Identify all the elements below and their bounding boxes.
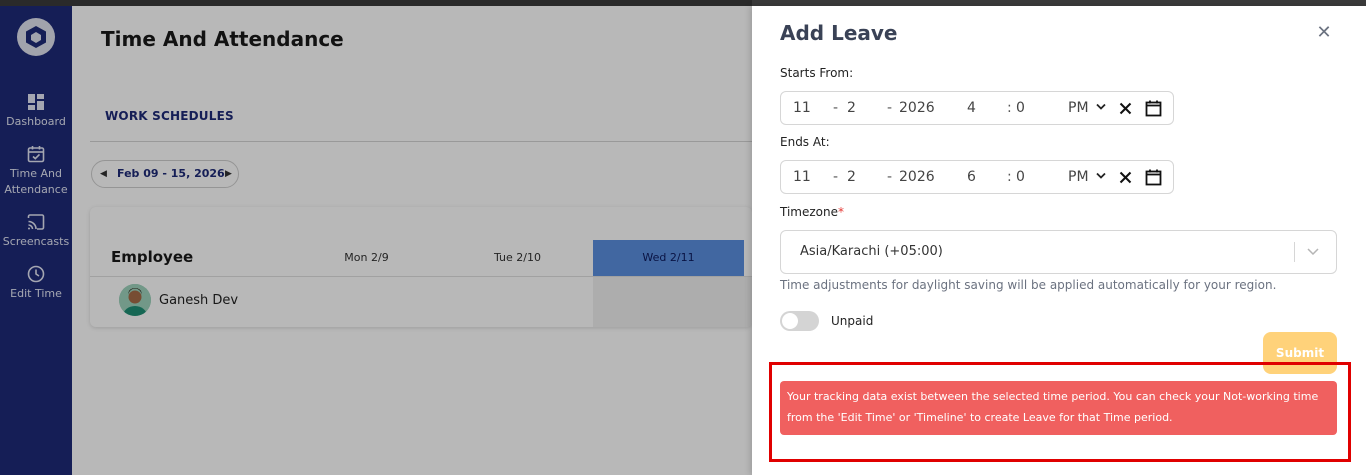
starts-from-label: Starts From: bbox=[780, 66, 854, 80]
chevron-down-icon[interactable] bbox=[1096, 103, 1106, 111]
year-field[interactable]: 2026 bbox=[899, 100, 935, 116]
day-field[interactable]: 2 bbox=[847, 100, 856, 116]
select-divider bbox=[1294, 242, 1295, 262]
unpaid-label: Unpaid bbox=[831, 314, 874, 328]
day-field[interactable]: 2 bbox=[847, 169, 856, 185]
required-marker: * bbox=[838, 205, 844, 219]
timezone-value: Asia/Karachi (+05:00) bbox=[800, 244, 943, 259]
year-field[interactable]: 2026 bbox=[899, 169, 935, 185]
close-button[interactable]: ✕ bbox=[1314, 23, 1334, 43]
chevron-down-icon[interactable] bbox=[1096, 172, 1106, 180]
starts-from-datetime-input[interactable]: 11 - 2 - 2026 4 : 0 PM bbox=[780, 91, 1174, 125]
modal-backdrop[interactable] bbox=[0, 0, 752, 475]
highlight-box bbox=[769, 362, 1351, 462]
minute-field[interactable]: 0 bbox=[1016, 100, 1025, 116]
drawer-title: Add Leave bbox=[780, 21, 898, 45]
hour-field[interactable]: 6 bbox=[967, 169, 976, 185]
month-field[interactable]: 11 bbox=[793, 169, 811, 185]
hour-field[interactable]: 4 bbox=[967, 100, 976, 116]
timezone-select[interactable]: Asia/Karachi (+05:00) bbox=[780, 230, 1337, 274]
chevron-down-icon[interactable] bbox=[1303, 241, 1323, 261]
minute-field[interactable]: 0 bbox=[1016, 169, 1025, 185]
timezone-label: Timezone* bbox=[780, 205, 844, 219]
clear-icon[interactable] bbox=[1119, 102, 1132, 115]
close-icon: ✕ bbox=[1316, 22, 1332, 43]
toggle-knob bbox=[782, 313, 798, 329]
calendar-icon[interactable] bbox=[1145, 169, 1162, 186]
month-field[interactable]: 11 bbox=[793, 100, 811, 116]
ampm-field[interactable]: PM bbox=[1068, 100, 1089, 116]
ends-at-datetime-input[interactable]: 11 - 2 - 2026 6 : 0 PM bbox=[780, 160, 1174, 194]
ampm-field[interactable]: PM bbox=[1068, 169, 1089, 185]
clear-icon[interactable] bbox=[1119, 171, 1132, 184]
unpaid-toggle[interactable] bbox=[780, 311, 819, 331]
ends-at-label: Ends At: bbox=[780, 135, 830, 149]
calendar-icon[interactable] bbox=[1145, 100, 1162, 117]
timezone-label-text: Timezone bbox=[780, 205, 838, 219]
timezone-note: Time adjustments for daylight saving wil… bbox=[780, 278, 1277, 292]
